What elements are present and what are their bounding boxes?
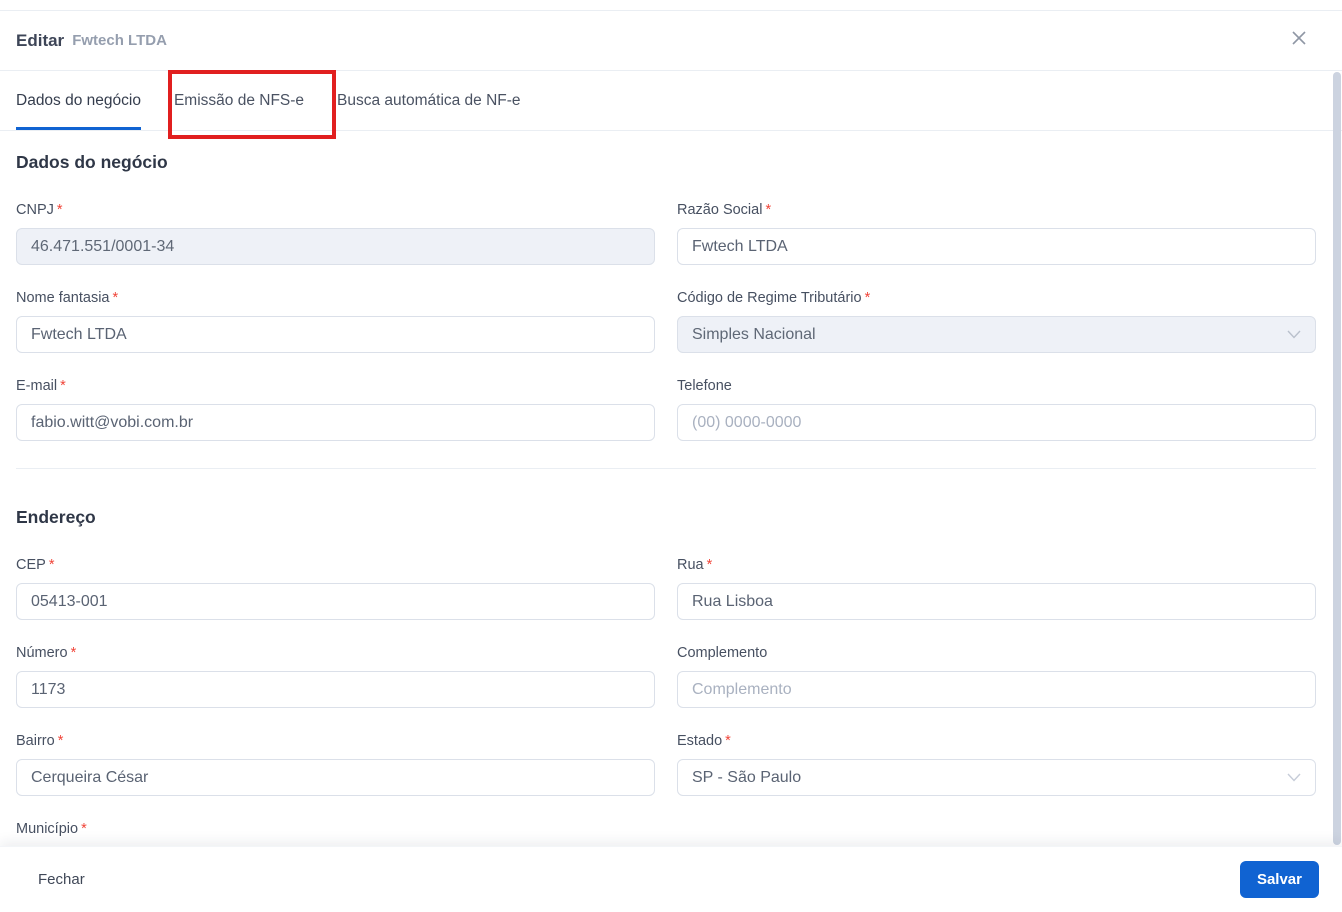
form-row: CEP* Rua*	[16, 556, 1316, 620]
field-nome-fantasia: Nome fantasia *	[16, 289, 655, 353]
nome-fantasia-label: Nome fantasia *	[16, 290, 119, 306]
save-button[interactable]: Salvar	[1239, 861, 1319, 898]
tab-dados-do-negocio[interactable]: Dados do negócio	[16, 72, 141, 130]
modal-title: Editar	[16, 30, 65, 50]
numero-input[interactable]	[16, 671, 655, 708]
tab-emissao-nfse[interactable]: Emissão de NFS-e	[174, 72, 304, 130]
required-asterisk: *	[765, 202, 772, 218]
field-cep: CEP *	[16, 556, 655, 620]
required-asterisk: *	[706, 557, 713, 573]
telefone-input[interactable]	[677, 404, 1316, 441]
required-asterisk: *	[57, 733, 64, 749]
form-row: Número* Complemento	[16, 644, 1316, 708]
modal-footer: Fechar Salvar	[0, 846, 1342, 912]
field-regime-tributario: Código de Regime Tributário * Simples Nac…	[677, 289, 1316, 353]
field-numero: Número *	[16, 644, 655, 708]
estado-value: SP - São Paulo	[692, 768, 802, 786]
regime-tributario-value: Simples Nacional	[692, 325, 816, 343]
required-asterisk: *	[864, 290, 871, 306]
form-row: Nome fantasia* Código de Regime Tributár…	[16, 289, 1316, 353]
cep-label: CEP *	[16, 557, 55, 573]
modal-body: Dados do negócio CNPJ* Razão Social* Nom…	[0, 132, 1342, 912]
bairro-label: Bairro *	[16, 733, 64, 749]
close-button[interactable]	[1288, 30, 1310, 52]
email-label: E-mail *	[16, 378, 66, 394]
bairro-input[interactable]	[16, 759, 655, 796]
form-row: CNPJ* Razão Social*	[16, 201, 1316, 265]
field-razao-social: Razão Social *	[677, 201, 1316, 265]
form-row: Bairro* Estado* SP - São Paulo	[16, 732, 1316, 796]
required-asterisk: *	[81, 821, 87, 837]
required-asterisk: *	[56, 202, 63, 218]
required-asterisk: *	[70, 645, 77, 661]
tab-busca-automatica-nfe[interactable]: Busca automática de NF-e	[337, 72, 521, 130]
chevron-down-icon	[1287, 773, 1301, 782]
close-footer-button[interactable]: Fechar	[38, 871, 85, 888]
regime-tributario-label: Código de Regime Tributário *	[677, 290, 871, 306]
complemento-input[interactable]	[677, 671, 1316, 708]
form-row: E-mail* Telefone	[16, 377, 1316, 441]
edit-business-modal: Editar Fwtech LTDA Dados do negócio Emis…	[0, 0, 1342, 912]
regime-tributario-select[interactable]: Simples Nacional	[677, 316, 1316, 353]
nome-fantasia-input[interactable]	[16, 316, 655, 353]
tab-bar: Dados do negócio Emissão de NFS-e Busca …	[0, 72, 1342, 131]
field-bairro: Bairro *	[16, 732, 655, 796]
required-asterisk: *	[725, 733, 731, 749]
required-asterisk: *	[60, 378, 66, 394]
estado-select[interactable]: SP - São Paulo	[677, 759, 1316, 796]
required-asterisk: *	[48, 557, 55, 573]
field-email: E-mail *	[16, 377, 655, 441]
field-telefone: Telefone	[677, 377, 1316, 441]
section-divider	[16, 468, 1316, 469]
cnpj-input[interactable]	[16, 228, 655, 265]
close-icon	[1290, 29, 1308, 52]
complemento-label: Complemento	[677, 645, 768, 661]
field-cnpj: CNPJ *	[16, 201, 655, 265]
chevron-down-icon	[1287, 330, 1301, 339]
rua-label: Rua *	[677, 557, 713, 573]
modal-subtitle: Fwtech LTDA	[72, 32, 167, 49]
razao-social-input[interactable]	[677, 228, 1316, 265]
municipio-label: Município *	[16, 821, 87, 837]
field-estado: Estado * SP - São Paulo	[677, 732, 1316, 796]
numero-label: Número *	[16, 645, 77, 661]
modal-header: Editar Fwtech LTDA	[0, 11, 1342, 71]
razao-social-label: Razão Social *	[677, 202, 772, 218]
cnpj-label: CNPJ *	[16, 202, 63, 218]
telefone-label: Telefone	[677, 378, 732, 394]
scrollbar-thumb[interactable]	[1333, 72, 1341, 845]
estado-label: Estado *	[677, 733, 731, 749]
rua-input[interactable]	[677, 583, 1316, 620]
field-complemento: Complemento	[677, 644, 1316, 708]
cep-input[interactable]	[16, 583, 655, 620]
section-heading-address: Endereço	[16, 507, 96, 527]
section-heading-business: Dados do negócio	[16, 152, 168, 172]
email-input[interactable]	[16, 404, 655, 441]
required-asterisk: *	[112, 290, 119, 306]
field-rua: Rua *	[677, 556, 1316, 620]
